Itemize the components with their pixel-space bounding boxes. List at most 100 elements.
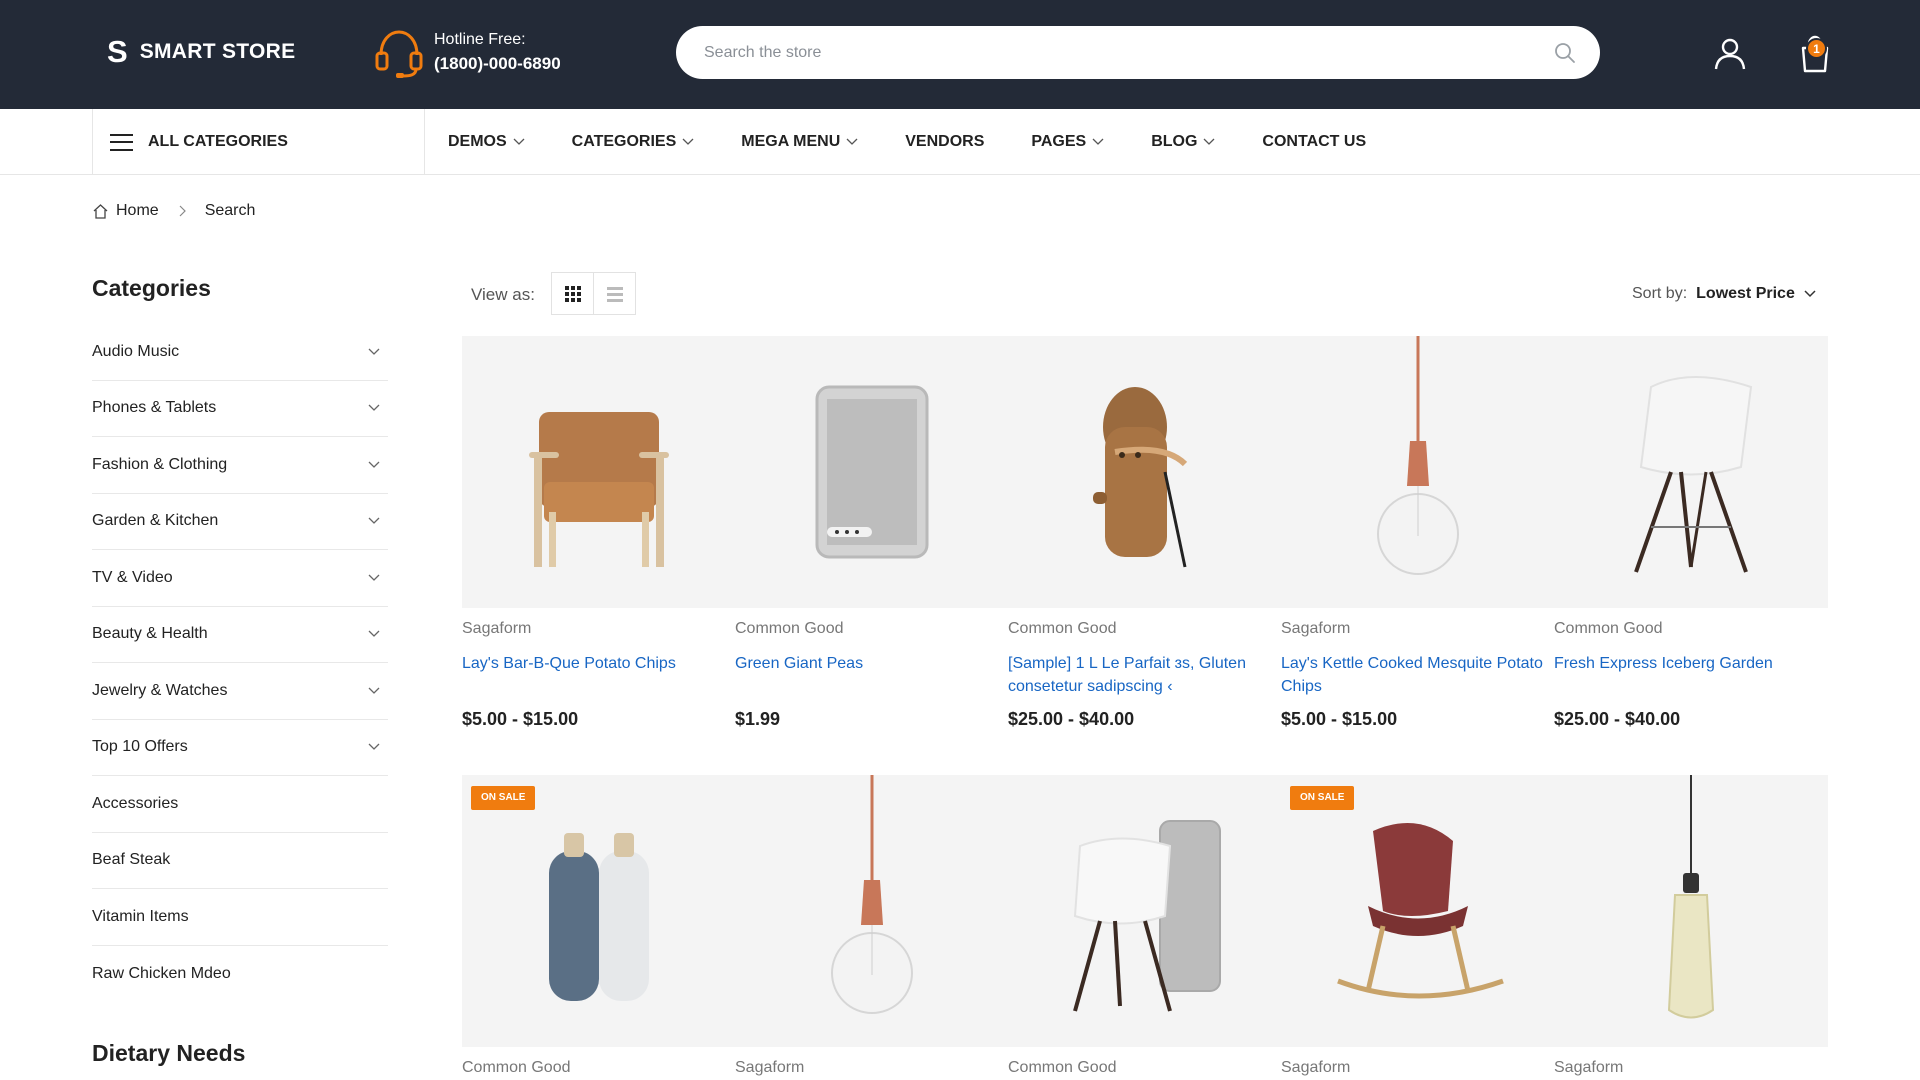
product-price: $5.00 - $15.00 bbox=[462, 709, 579, 729]
nav-item-contact-us[interactable]: CONTACT US bbox=[1262, 133, 1366, 151]
hotline-label: Hotline Free: bbox=[434, 31, 526, 48]
product-vendor: Sagaform bbox=[1281, 620, 1351, 637]
chevron-down-icon bbox=[846, 138, 858, 145]
product-title-link[interactable]: [Sample] 1 L Le Parfait ɜs, Gluten conse… bbox=[1008, 652, 1281, 698]
nav-item-label: CATEGORIES bbox=[571, 133, 677, 150]
nav-item-label: VENDORS bbox=[905, 133, 985, 150]
list-view-button[interactable] bbox=[593, 272, 636, 315]
chevron-down-icon bbox=[368, 404, 380, 412]
nav-item-blog[interactable]: BLOG bbox=[1151, 133, 1215, 151]
category-item[interactable]: Top 10 Offers bbox=[92, 720, 388, 776]
sort-dropdown[interactable]: Sort by: Lowest Price bbox=[1632, 285, 1816, 303]
nav-item-label: PAGES bbox=[1031, 133, 1087, 150]
category-item[interactable]: Vitamin Items bbox=[92, 889, 388, 946]
store-logo[interactable]: S SMART STORE bbox=[107, 36, 295, 68]
headset-icon bbox=[375, 30, 423, 78]
chevron-right-icon bbox=[179, 205, 186, 217]
hotline-number: (1800)-000-6890 bbox=[434, 54, 561, 73]
product-price: $5.00 - $15.00 bbox=[1281, 709, 1398, 729]
product-title-link[interactable]: Fresh Express Iceberg Garden bbox=[1554, 652, 1827, 698]
user-icon[interactable] bbox=[1713, 37, 1747, 71]
nav-item-label: BLOG bbox=[1151, 133, 1198, 150]
search-input[interactable] bbox=[676, 26, 1530, 79]
breadcrumb: Home Search bbox=[92, 202, 255, 220]
sort-value: Lowest Price bbox=[1696, 285, 1795, 302]
chevron-down-icon bbox=[1203, 138, 1215, 145]
category-item[interactable]: Accessories bbox=[92, 776, 388, 833]
nav-item-label: MEGA MENU bbox=[741, 133, 841, 150]
category-item[interactable]: Beauty & Health bbox=[92, 607, 388, 663]
product-image[interactable] bbox=[1281, 336, 1554, 608]
product-image[interactable] bbox=[1008, 336, 1281, 608]
category-item[interactable]: Audio Music bbox=[92, 324, 388, 381]
category-label: Raw Chicken Mdeo bbox=[92, 964, 231, 982]
product-card: Common Good bbox=[1008, 775, 1281, 1079]
sidebar-title: Categories bbox=[92, 275, 211, 301]
category-item[interactable]: Raw Chicken Mdeo bbox=[92, 946, 388, 1003]
all-categories-button[interactable]: ALL CATEGORIES bbox=[92, 109, 425, 175]
nav-item-mega-menu[interactable]: MEGA MENU bbox=[741, 133, 858, 151]
product-card: Common Good [Sample] 1 L Le Parfait ɜs, G… bbox=[1008, 336, 1281, 730]
category-label: Fashion & Clothing bbox=[92, 455, 228, 473]
grid-view-button[interactable] bbox=[551, 272, 594, 315]
list-icon bbox=[606, 286, 623, 302]
nav-item-vendors[interactable]: VENDORS bbox=[905, 133, 984, 151]
category-label: Jewelry & Watches bbox=[92, 681, 228, 699]
grid-icon bbox=[564, 285, 581, 302]
product-title-link[interactable]: Lay's Kettle Cooked Mesquite Potato Chip… bbox=[1281, 652, 1554, 698]
nav-item-label: CONTACT US bbox=[1262, 133, 1367, 150]
nav-item-categories[interactable]: CATEGORIES bbox=[572, 133, 695, 151]
product-vendor: Common Good bbox=[462, 1059, 571, 1076]
sale-badge: ON SALE bbox=[1290, 786, 1355, 810]
product-image[interactable] bbox=[1554, 336, 1827, 608]
home-icon bbox=[93, 203, 108, 219]
sort-label: Sort by: bbox=[1632, 285, 1688, 302]
category-item[interactable]: Beaf Steak bbox=[92, 833, 388, 889]
search-button[interactable] bbox=[1530, 26, 1600, 79]
nav-item-demos[interactable]: DEMOS bbox=[448, 133, 525, 151]
product-image[interactable] bbox=[1554, 775, 1827, 1047]
breadcrumb-current: Search bbox=[204, 202, 256, 219]
category-label: Garden & Kitchen bbox=[92, 512, 219, 530]
product-title-link[interactable]: Green Giant Peas bbox=[735, 652, 1008, 698]
product-card: ON SALE Common Good bbox=[462, 775, 735, 1079]
product-image[interactable] bbox=[735, 336, 1008, 608]
cart-count-badge: 1 bbox=[1806, 38, 1827, 59]
product-image[interactable]: ON SALE bbox=[462, 775, 735, 1047]
breadcrumb-home-link[interactable]: Home bbox=[116, 202, 159, 220]
chevron-down-icon bbox=[1804, 290, 1816, 298]
product-vendor: Common Good bbox=[1008, 1059, 1117, 1076]
main-nav: ALL CATEGORIES DEMOS CATEGORIES MEGA MEN… bbox=[0, 109, 1920, 175]
category-label: Audio Music bbox=[92, 342, 180, 360]
category-item[interactable]: Fashion & Clothing bbox=[92, 437, 388, 494]
logo-mark: S bbox=[107, 34, 128, 69]
product-card: ON SALE Sagaform bbox=[1281, 775, 1554, 1079]
chevron-down-icon bbox=[368, 348, 380, 355]
category-item[interactable]: Jewelry & Watches bbox=[92, 663, 388, 720]
nav-item-label: DEMOS bbox=[448, 133, 507, 150]
product-card: Sagaform bbox=[1554, 775, 1827, 1079]
product-image[interactable] bbox=[735, 775, 1008, 1047]
product-vendor: Sagaform bbox=[1554, 1059, 1624, 1076]
category-list: Audio Music Phones & Tablets Fashion & Clo… bbox=[92, 324, 388, 1002]
category-label: Beauty & Health bbox=[92, 625, 208, 643]
product-image[interactable]: ON SALE bbox=[1281, 775, 1554, 1047]
product-vendor: Common Good bbox=[1008, 620, 1117, 637]
chevron-down-icon bbox=[368, 461, 380, 468]
category-label: TV & Video bbox=[92, 568, 173, 586]
product-image[interactable] bbox=[1008, 775, 1281, 1047]
product-card: Sagaform bbox=[735, 775, 1008, 1079]
category-item[interactable]: Garden & Kitchen bbox=[92, 494, 388, 550]
search-icon bbox=[1555, 42, 1575, 63]
product-image[interactable] bbox=[462, 336, 735, 608]
nav-item-pages[interactable]: PAGES bbox=[1031, 133, 1104, 151]
category-item[interactable]: Phones & Tablets bbox=[92, 381, 388, 437]
product-title-link[interactable]: Lay's Bar-B-Que Potato Chips bbox=[462, 652, 735, 698]
chevron-down-icon bbox=[682, 138, 694, 145]
category-item[interactable]: TV & Video bbox=[92, 550, 388, 607]
chevron-down-icon bbox=[368, 574, 380, 581]
chevron-down-icon bbox=[368, 630, 380, 638]
top-header: S SMART STORE Hotline Free: (1800)-000-6… bbox=[0, 0, 1920, 109]
product-vendor: Common Good bbox=[1554, 620, 1663, 637]
product-card: Common Good Fresh Express Iceberg Garden $… bbox=[1554, 336, 1827, 730]
